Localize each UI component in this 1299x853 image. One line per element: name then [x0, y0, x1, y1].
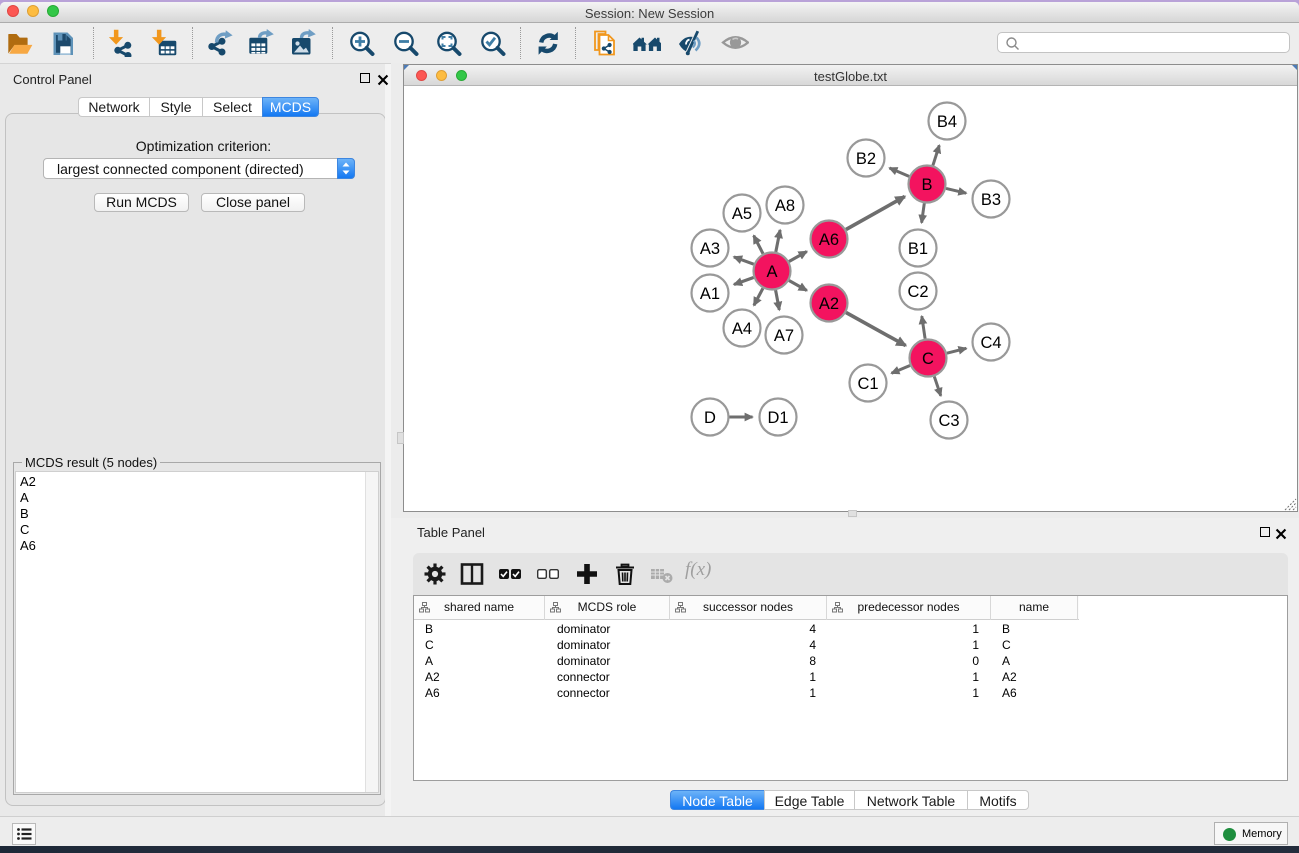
svg-text:C2: C2 — [907, 283, 928, 301]
svg-text:B2: B2 — [856, 150, 876, 168]
svg-text:C3: C3 — [938, 412, 959, 430]
svg-text:A6: A6 — [819, 231, 839, 249]
svg-text:D: D — [704, 409, 716, 427]
svg-text:A2: A2 — [819, 295, 839, 313]
svg-text:B1: B1 — [908, 240, 928, 258]
svg-text:A: A — [766, 263, 777, 281]
svg-text:A4: A4 — [732, 320, 752, 338]
svg-text:A3: A3 — [700, 240, 720, 258]
svg-text:C: C — [922, 350, 934, 368]
svg-text:A7: A7 — [774, 327, 794, 345]
svg-text:B: B — [921, 176, 932, 194]
svg-text:A1: A1 — [700, 285, 720, 303]
svg-text:A8: A8 — [775, 197, 795, 215]
svg-text:D1: D1 — [767, 409, 788, 427]
svg-text:C4: C4 — [980, 334, 1001, 352]
svg-text:A5: A5 — [732, 205, 752, 223]
svg-text:B3: B3 — [981, 191, 1001, 209]
svg-text:C1: C1 — [857, 375, 878, 393]
svg-text:B4: B4 — [937, 113, 957, 131]
